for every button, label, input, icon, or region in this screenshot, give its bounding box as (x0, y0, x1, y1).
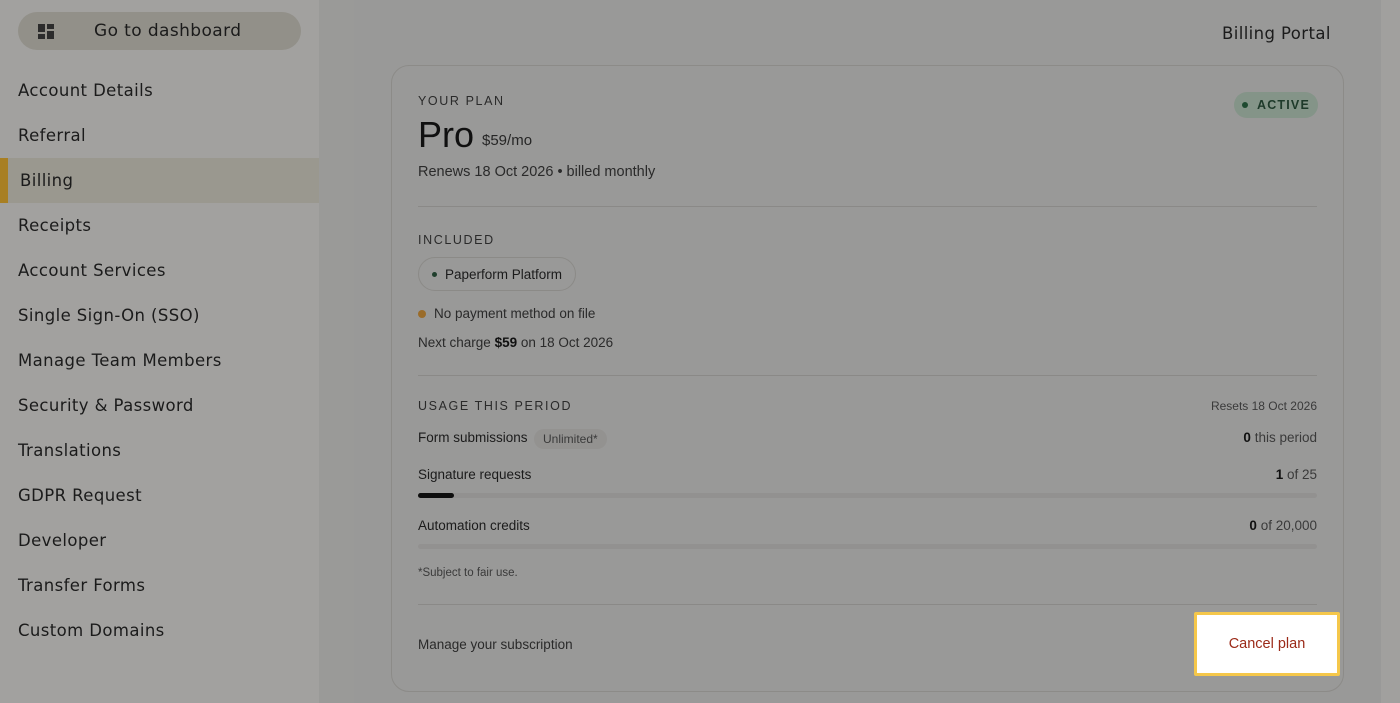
usage-value-suffix: this period (1254, 430, 1317, 445)
sidebar-item-sso[interactable]: Single Sign-On (SSO) (0, 293, 319, 338)
usage-row-automation-credits: Automation credits 0 of 20,000 (418, 518, 1317, 538)
usage-row-value: 0 of 20,000 (1249, 518, 1317, 533)
sidebar-item-translations[interactable]: Translations (0, 428, 319, 473)
go-to-dashboard-button[interactable]: Go to dashboard (18, 12, 301, 50)
sidebar-item-receipts[interactable]: Receipts (0, 203, 319, 248)
sidebar-item-transfer-forms[interactable]: Transfer Forms (0, 563, 319, 608)
status-dot-icon (1241, 102, 1248, 108)
usage-footnote: *Subject to fair use. (418, 567, 518, 579)
usage-row-signature-requests: Signature requests 1 of 25 (418, 467, 1317, 487)
included-item-pill: Paperform Platform (418, 257, 577, 291)
bullet-dot-icon (432, 272, 437, 277)
payment-warning: No payment method on file (418, 306, 595, 321)
cancel-plan-button[interactable]: Cancel plan (1194, 612, 1340, 676)
sidebar-item-security[interactable]: Security & Password (0, 383, 319, 428)
sidebar-item-account-details[interactable]: Account Details (0, 68, 319, 113)
next-charge-prefix: Next charge (418, 335, 491, 350)
payment-warning-text: No payment method on file (434, 306, 596, 321)
sidebar-item-team-members[interactable]: Manage Team Members (0, 338, 319, 383)
sidebar-item-account-services[interactable]: Account Services (0, 248, 319, 293)
sidebar: Go to dashboard Account Details Referral… (0, 0, 319, 703)
sidebar-nav: Account Details Referral Billing Receipt… (0, 68, 319, 653)
usage-row-name: Signature requests (418, 467, 532, 482)
manage-subscription-label: Manage your subscription (418, 637, 573, 652)
divider (418, 604, 1317, 605)
plan-name: Pro (418, 114, 475, 155)
renewal-info: Renews 18 Oct 2026 • billed monthly (418, 164, 656, 180)
automation-progress-bar (418, 544, 1317, 549)
page-title: Billing Portal (1222, 24, 1331, 43)
signature-progress-bar (418, 493, 1317, 498)
usage-row-value: 1 of 25 (1276, 467, 1317, 482)
sidebar-item-custom-domains[interactable]: Custom Domains (0, 608, 319, 653)
your-plan-label: YOUR PLAN (418, 94, 505, 108)
usage-row-name: Automation credits (418, 518, 530, 533)
scrollbar-track[interactable] (1381, 0, 1400, 703)
plan-price: $59/mo (482, 132, 533, 149)
usage-row-value: 0 this period (1243, 430, 1317, 445)
next-charge: Next charge $59 on 18 Oct 2026 (418, 335, 613, 350)
usage-row-name: Form submissions (418, 430, 528, 445)
next-charge-amount: $59 (494, 335, 518, 350)
included-item-label: Paperform Platform (445, 266, 563, 282)
usage-value-suffix: of 25 (1286, 467, 1317, 482)
usage-value-number: 0 (1249, 518, 1257, 533)
sidebar-item-developer[interactable]: Developer (0, 518, 319, 563)
go-to-dashboard-label: Go to dashboard (94, 21, 242, 41)
status-label: ACTIVE (1256, 98, 1311, 112)
warning-dot-icon (418, 309, 426, 318)
divider (418, 375, 1317, 376)
progress-fill (418, 493, 454, 498)
status-badge: ACTIVE (1234, 92, 1318, 118)
usage-label: USAGE THIS PERIOD (418, 399, 573, 413)
sidebar-item-gdpr[interactable]: GDPR Request (0, 473, 319, 518)
usage-value-suffix: of 20,000 (1260, 518, 1317, 533)
plan-card: YOUR PLAN Pro $59/mo Renews 18 Oct 2026 … (391, 65, 1344, 692)
divider (418, 206, 1317, 207)
dashboard-icon (38, 24, 54, 39)
usage-value-number: 1 (1275, 467, 1284, 482)
sidebar-item-billing[interactable]: Billing (0, 158, 319, 203)
next-charge-suffix: on 18 Oct 2026 (520, 335, 614, 350)
usage-row-tag: Unlimited* (534, 429, 607, 449)
usage-row-form-submissions: Form submissions Unlimited* 0 this perio… (418, 429, 1317, 450)
included-label: INCLUDED (418, 233, 495, 247)
sidebar-item-referral[interactable]: Referral (0, 113, 319, 158)
usage-value-number: 0 (1243, 430, 1251, 445)
usage-resets: Resets 18 Oct 2026 (1210, 399, 1317, 413)
